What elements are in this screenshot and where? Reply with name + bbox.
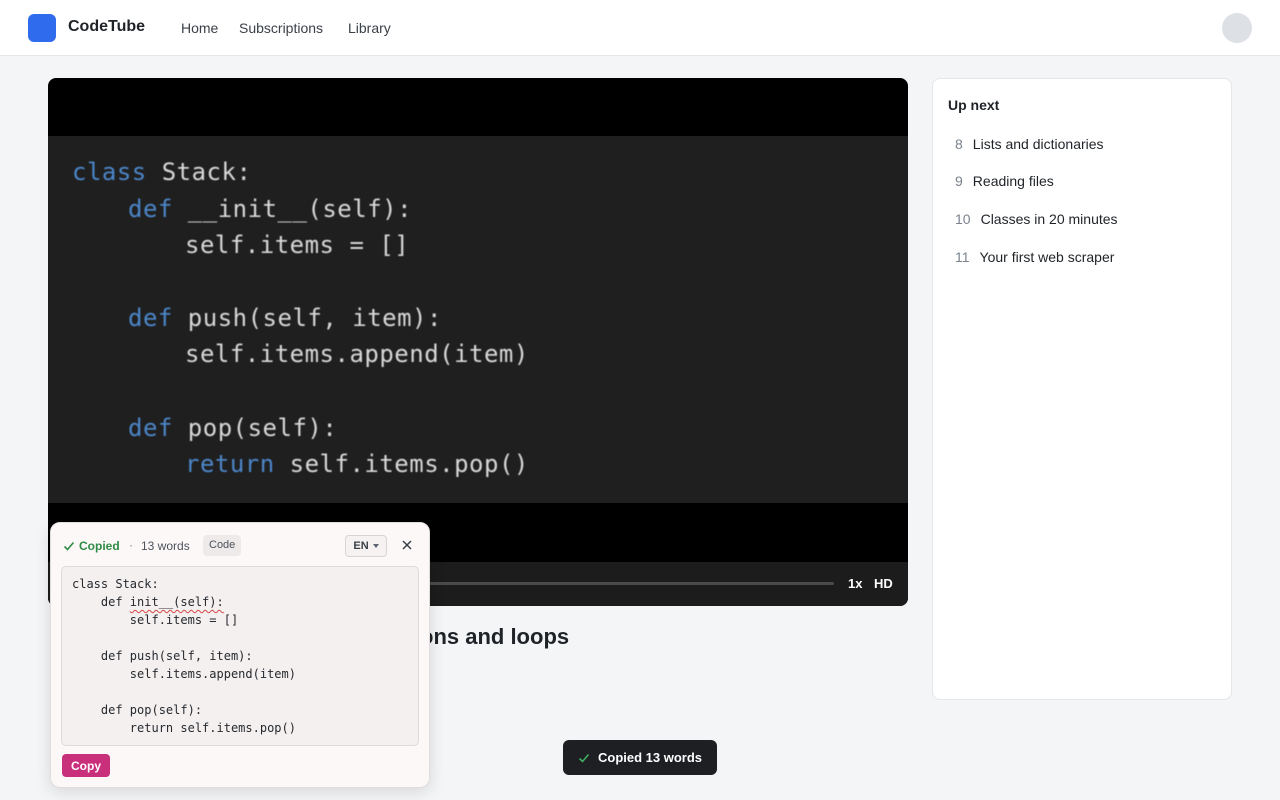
video-code-line: def __init__(self): [128,195,413,223]
copied-toast: Copied 13 words [563,740,717,775]
video-code-line: class Stack: [72,158,252,186]
video-code-line: self.items.append(item) [185,340,529,368]
nav-library[interactable]: Library [348,20,391,36]
speed-button[interactable]: 1x [848,576,862,591]
separator-dot: · [129,538,133,552]
quality-button[interactable]: HD [874,576,893,591]
copy-button[interactable]: Copy [62,754,110,777]
language-select[interactable]: EN [345,535,387,557]
nav-home[interactable]: Home [181,20,218,36]
up-next-heading: Up next [948,97,1000,113]
progress-bar[interactable] [428,582,834,585]
video-code-line: return self.items.pop() [185,450,529,478]
chevron-down-icon [372,544,379,548]
up-next-item[interactable]: 11 Your first web scraper [955,249,1114,265]
avatar[interactable] [1222,13,1252,43]
top-bar: CodeTube Home Subscriptions Library [0,0,1280,56]
video-frame: class Stack: def __init__(self): self.it… [48,136,908,503]
word-count: 13 words [141,539,190,553]
copied-code-text[interactable]: class Stack: def init__(self): self.item… [61,566,419,746]
check-icon [578,753,590,763]
video-code-line: self.items = [] [185,231,410,259]
copied-status: Copied [63,539,120,553]
close-icon [402,540,412,550]
up-next-item[interactable]: 10 Classes in 20 minutes [955,211,1118,227]
nav-subscriptions[interactable]: Subscriptions [239,20,323,36]
logo-icon[interactable] [28,14,56,42]
up-next-panel: Up next 8 Lists and dictionaries 9 Reading… [932,78,1232,700]
brand-name[interactable]: CodeTube [68,18,145,36]
up-next-item[interactable]: 8 Lists and dictionaries [955,136,1104,152]
close-button[interactable] [399,535,415,555]
video-code-line: def push(self, item): [128,304,442,332]
flagged-word[interactable]: init__(self): [130,595,224,609]
video-code-line: def pop(self): [128,414,338,442]
check-icon [63,541,75,551]
copy-text-popover: Copied · 13 words Code EN class Stack: d… [50,522,430,788]
content-type-tag: Code [203,535,242,556]
up-next-item[interactable]: 9 Reading files [955,173,1054,189]
